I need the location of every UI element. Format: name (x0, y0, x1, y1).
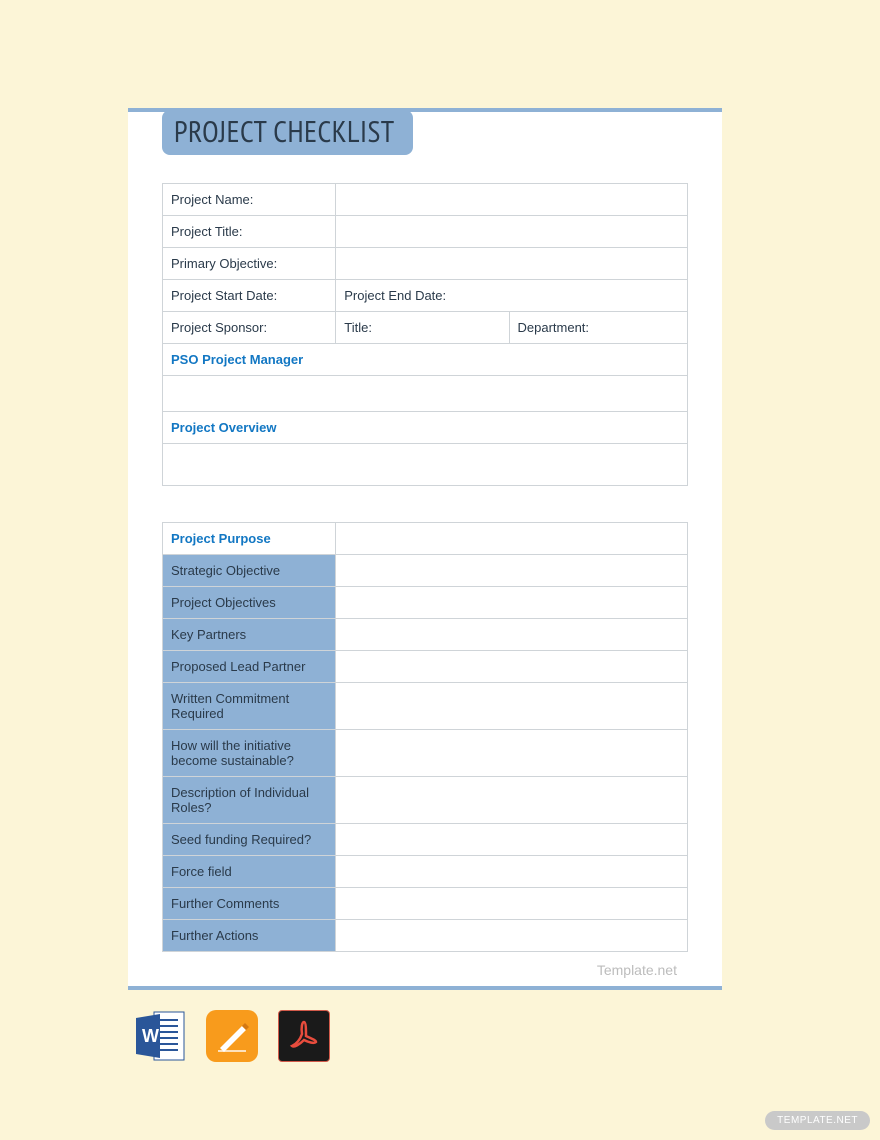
cell (336, 651, 688, 683)
table-row: Project Objectives (163, 587, 688, 619)
document-page: PROJECT CHECKLIST Project Name:Project T… (128, 108, 722, 990)
cell: Project Start Date: (163, 280, 336, 312)
table-row: Project Purpose (163, 523, 688, 555)
cell (336, 523, 688, 555)
table-row: Written Commitment Required (163, 683, 688, 730)
watermark-text: Template.net (597, 962, 677, 978)
table-row: Description of Individual Roles? (163, 777, 688, 824)
section-header: PSO Project Manager (163, 344, 688, 376)
row-label: Strategic Objective (163, 555, 336, 587)
cell: Title: (336, 312, 509, 344)
cell (336, 777, 688, 824)
cell: Department: (509, 312, 688, 344)
cell (336, 824, 688, 856)
table-row: Force field (163, 856, 688, 888)
row-label: How will the initiative become sustainab… (163, 730, 336, 777)
section-label: Project Purpose (163, 523, 336, 555)
row-label: Description of Individual Roles? (163, 777, 336, 824)
cell: Project Title: (163, 216, 336, 248)
table-row: Project Name: (163, 184, 688, 216)
cell (336, 888, 688, 920)
row-label: Further Actions (163, 920, 336, 952)
cell (336, 587, 688, 619)
cell (336, 730, 688, 777)
purpose-table: Project PurposeStrategic ObjectiveProjec… (162, 522, 688, 952)
acrobat-icon[interactable] (278, 1010, 330, 1062)
row-label: Force field (163, 856, 336, 888)
cell (336, 619, 688, 651)
cell: Project Sponsor: (163, 312, 336, 344)
cell: Project End Date: (336, 280, 688, 312)
blank-row (163, 376, 688, 412)
cell (336, 248, 688, 280)
row-label: Written Commitment Required (163, 683, 336, 730)
row-label: Key Partners (163, 619, 336, 651)
cell (163, 444, 688, 486)
table-row: Further Actions (163, 920, 688, 952)
table-row: Proposed Lead Partner (163, 651, 688, 683)
cell (336, 555, 688, 587)
table-row: How will the initiative become sustainab… (163, 730, 688, 777)
pages-icon[interactable] (206, 1010, 258, 1062)
table-row: Key Partners (163, 619, 688, 651)
table-row: Project Title: (163, 216, 688, 248)
svg-text:W: W (142, 1026, 159, 1046)
cell: Primary Objective: (163, 248, 336, 280)
cell: Project Name: (163, 184, 336, 216)
section-label: PSO Project Manager (163, 344, 688, 376)
cell (336, 683, 688, 730)
section-header: Project Overview (163, 412, 688, 444)
table-row: Primary Objective: (163, 248, 688, 280)
row-label: Proposed Lead Partner (163, 651, 336, 683)
file-format-icons: W (134, 1010, 330, 1062)
table-row: Further Comments (163, 888, 688, 920)
table-row: Project Sponsor:Title:Department: (163, 312, 688, 344)
row-label: Project Objectives (163, 587, 336, 619)
cell (336, 920, 688, 952)
blank-row (163, 444, 688, 486)
cell (336, 856, 688, 888)
table-row: Strategic Objective (163, 555, 688, 587)
section-label: Project Overview (163, 412, 688, 444)
tables-container: Project Name:Project Title:Primary Objec… (128, 155, 722, 952)
cell (163, 376, 688, 412)
cell (336, 216, 688, 248)
info-table: Project Name:Project Title:Primary Objec… (162, 183, 688, 486)
cell (336, 184, 688, 216)
template-badge: TEMPLATE.NET (765, 1111, 870, 1130)
row-label: Seed funding Required? (163, 824, 336, 856)
row-label: Further Comments (163, 888, 336, 920)
table-row: Project Start Date:Project End Date: (163, 280, 688, 312)
table-row: Seed funding Required? (163, 824, 688, 856)
word-icon[interactable]: W (134, 1010, 186, 1062)
page-title: PROJECT CHECKLIST (162, 110, 413, 155)
